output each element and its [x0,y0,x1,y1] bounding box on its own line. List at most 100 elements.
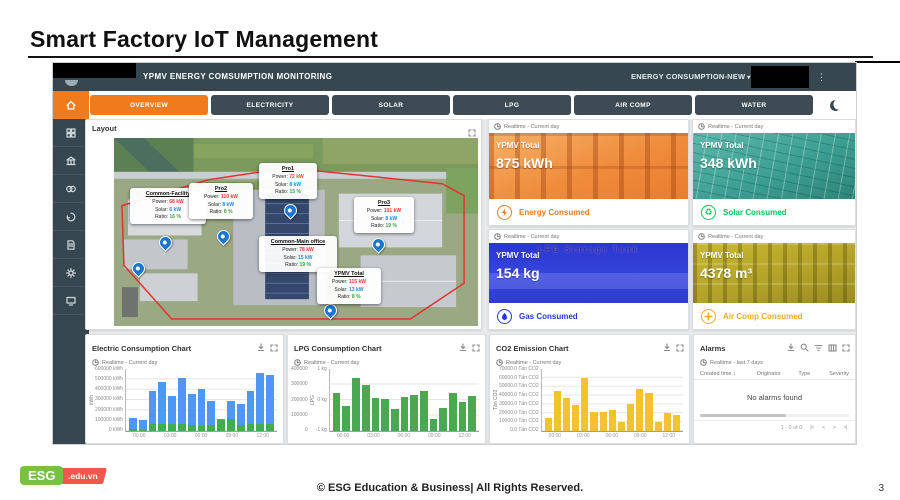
horizontal-scrollbar[interactable] [700,414,849,417]
toggle-circles-icon [65,183,77,195]
download-icon[interactable] [257,339,265,357]
bar [673,369,680,431]
layout-panel-title: Layout [92,124,117,133]
column-originator[interactable]: Originator [757,371,799,377]
bar [420,369,428,431]
next-page-icon[interactable]: > [833,425,836,431]
search-icon[interactable] [800,339,809,357]
copyright-text: © ESG Education & Business| All Rights R… [0,482,900,494]
chart-period: Realtime - Current day [506,360,561,366]
y-axis-ticks: 4000003000002000001000000 [291,367,310,433]
dashboards-grid-icon [65,127,77,139]
column-type[interactable]: Type [798,371,822,377]
file-document-icon [65,239,77,251]
dashboard-title: YPMV ENERGY COMSUMPTION MONITORING [143,63,332,91]
tab-overview[interactable]: OVERVIEW [90,95,208,115]
fullscreen-icon[interactable] [676,339,684,357]
page-number: 3 [878,483,884,494]
bar [372,369,380,431]
card-value: 348 kWh [700,155,757,171]
column-severity[interactable]: Severity [822,371,849,377]
x-axis-ticks: 00:0003:0006:0009:0012:00 [329,432,479,439]
pagination: 1 - 0 of 0 |< < > >| [694,420,855,431]
bar [563,369,570,431]
factory-aerial-photo: Common-Facility Power: 68 kW Solar: 6 kW… [114,138,478,326]
app-logo [65,80,78,86]
bank-building-icon [65,155,77,167]
sort-desc-icon: ↓ [733,371,736,377]
prev-page-icon[interactable]: < [822,425,825,431]
alarms-period: Realtime - last 7 days [710,360,763,366]
card-value: 4378 m³ [700,265,752,281]
bar [636,369,643,431]
column-created-time[interactable]: Created time ↓ [700,371,757,377]
kebab-menu-icon[interactable]: ⋮ [817,63,826,91]
card-value: 154 kg [496,265,540,281]
download-icon[interactable] [459,339,467,357]
bar [188,369,196,431]
last-page-icon[interactable]: >| [843,425,847,431]
tab-electricity[interactable]: ELECTRICITY [211,95,329,115]
bar [545,369,552,431]
tab-lpg[interactable]: LPG [453,95,571,115]
card-label: Gas Consumed [519,312,578,321]
tab-solar[interactable]: SOLAR [332,95,450,115]
sidebar-item-display[interactable] [53,287,89,315]
bar [352,369,360,431]
scrollbar-thumb[interactable] [700,414,786,417]
filter-icon[interactable] [814,339,823,357]
tab-air-comp[interactable]: AIR COMP [574,95,692,115]
dashboard-screenshot: YPMV ENERGY COMSUMPTION MONITORING ENERG… [52,62,857,445]
fullscreen-icon[interactable] [472,339,480,357]
bar-plot [125,369,277,432]
redacted-region [52,62,136,78]
dark-mode-moon-icon[interactable] [829,98,842,111]
sidebar-item-settings[interactable] [53,259,89,287]
bar [468,369,476,431]
download-icon[interactable] [663,339,671,357]
alarms-table-header: Created time ↓ Originator Type Severity [694,367,855,380]
no-alarms-message: No alarms found [694,380,855,414]
bar [655,369,662,431]
bar [391,369,399,431]
bar [645,369,652,431]
sidebar-item-entities[interactable] [53,147,89,175]
bar [333,369,341,431]
co2-emission-chart-panel: CO2 Emission Chart Realtime - Current da… [489,334,690,444]
bar [362,369,370,431]
bar [207,369,215,431]
bar [572,369,579,431]
kpi-card-solar: Realtime - Current day YPMV Total 348 kW… [692,119,856,226]
chart-title: CO2 Emission Chart [496,344,569,353]
chart-title: Electric Consumption Chart [92,344,191,353]
settings-gear-icon [65,267,77,279]
dashboard-select-dropdown[interactable]: ENERGY CONSUMPTION-NEW▾ [631,63,751,92]
bar [247,369,255,431]
sidebar-item-api-usage[interactable] [53,203,89,231]
fullscreen-icon[interactable] [270,339,278,357]
sidebar-item-documents[interactable] [53,231,89,259]
bar [459,369,467,431]
download-icon[interactable] [787,339,795,357]
fullscreen-icon[interactable] [842,339,850,357]
bar [581,369,588,431]
alarms-panel: Alarms Realtime - last 7 days Created ti… [693,334,856,444]
card-title: YPMV Total [700,251,743,260]
bar [401,369,409,431]
bar [618,369,625,431]
bar [590,369,597,431]
sidebar-item-rule-chains[interactable] [53,175,89,203]
card-label: Solar Consumed [723,208,787,217]
card-label: Energy Consumed [519,208,590,217]
y-axis-ticks: 600000 kWh500000 kWh400000 kWh300000 kWh… [95,367,125,433]
sidebar-item-home[interactable] [53,91,89,119]
bar [256,369,264,431]
card-period: Realtime - Current day [504,234,559,240]
tab-water[interactable]: WATER [695,95,813,115]
energy-card-image: YPMV Total 875 kWh [489,133,688,199]
card-title: YPMV Total [496,251,539,260]
sidebar-item-dashboards[interactable] [53,119,89,147]
first-page-icon[interactable]: |< [810,425,814,431]
dashboard-header: YPMV ENERGY COMSUMPTION MONITORING ENERG… [53,63,856,91]
columns-icon[interactable] [828,339,837,357]
